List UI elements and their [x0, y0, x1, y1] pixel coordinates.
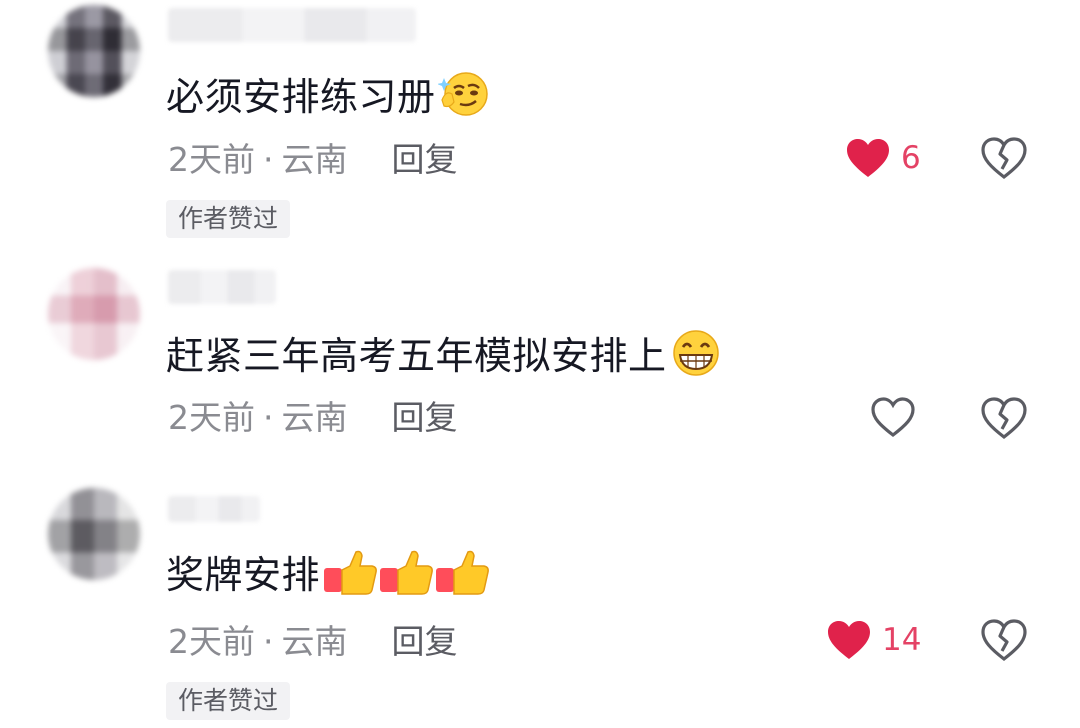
avatar[interactable]	[48, 5, 140, 97]
location: 云南	[281, 140, 348, 179]
comment-meta: 2天前 · 云南 回复	[168, 398, 458, 438]
comment-text-content: 赶紧三年高考五年模拟安排上	[166, 334, 667, 378]
like-button[interactable]: 6	[845, 137, 921, 179]
broken-heart-icon	[981, 619, 1027, 662]
broken-heart-icon	[981, 137, 1027, 180]
avatar[interactable]	[48, 268, 140, 360]
separator-dot: ·	[263, 140, 274, 179]
like-button[interactable]	[870, 396, 916, 438]
reply-button[interactable]: 回复	[392, 140, 458, 179]
separator-dot: ·	[263, 622, 274, 661]
location: 云南	[281, 622, 348, 661]
avatar[interactable]	[48, 488, 140, 580]
comment-text: 奖牌安排	[166, 546, 490, 609]
comment-text-content: 奖牌安排	[166, 553, 321, 597]
author-liked-badge: 作者赞过	[166, 682, 291, 720]
reply-button[interactable]: 回复	[392, 398, 458, 437]
comment-meta: 2天前 · 云南 回复	[168, 140, 458, 180]
dislike-button[interactable]	[980, 618, 1028, 666]
location: 云南	[281, 398, 348, 437]
separator-dot: ·	[263, 398, 274, 437]
author-liked-badge: 作者赞过	[166, 200, 291, 238]
timestamp: 2天前	[168, 398, 255, 437]
username-blurred[interactable]	[168, 496, 260, 522]
comment-text: 必须安排练习册	[166, 70, 490, 129]
like-count: 14	[882, 622, 922, 658]
timestamp: 2天前	[168, 622, 255, 661]
like-count: 6	[901, 140, 921, 176]
heart-filled-icon	[847, 139, 889, 177]
dislike-button[interactable]	[980, 136, 1028, 184]
username-blurred[interactable]	[168, 8, 416, 42]
thumbs-up-emoji-icon	[322, 546, 490, 609]
username-blurred[interactable]	[168, 270, 276, 304]
heart-outline-icon	[871, 397, 915, 438]
comment-meta: 2天前 · 云南 回复	[168, 622, 458, 662]
smirk-emoji-icon	[436, 70, 490, 129]
timestamp: 2天前	[168, 140, 255, 179]
comment-text: 赶紧三年高考五年模拟安排上	[166, 329, 723, 388]
grin-emoji-icon	[669, 329, 723, 388]
comment-text-content: 必须安排练习册	[166, 75, 436, 119]
like-button[interactable]: 14	[826, 619, 921, 661]
dislike-button[interactable]	[980, 396, 1028, 444]
heart-filled-icon	[828, 621, 870, 659]
reply-button[interactable]: 回复	[392, 622, 458, 661]
broken-heart-icon	[981, 397, 1027, 440]
